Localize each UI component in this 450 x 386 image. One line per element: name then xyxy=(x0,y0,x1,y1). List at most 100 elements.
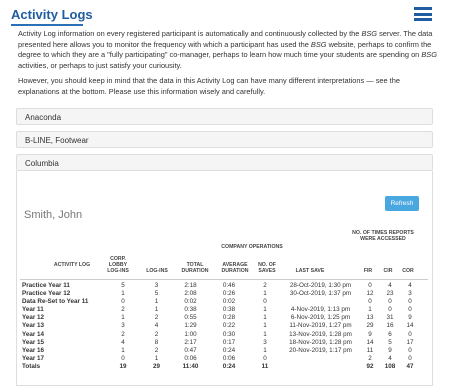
cell-last: 28-Oct-2019, 1:30 pm xyxy=(289,282,352,289)
accordion-item-anaconda[interactable]: Anaconda xyxy=(16,108,433,125)
activity-log-table: Practice Year 11 5 3 2:18 0:46 2 28-Oct-2019, … xyxy=(22,282,420,371)
cell-cir: 31 xyxy=(386,314,394,322)
cell-fir: 1 xyxy=(368,306,372,314)
cell-log: Practice Year 11 xyxy=(22,282,70,289)
cell-lobby: 0 xyxy=(121,354,125,362)
cell-log: Practice Year 12 xyxy=(22,290,71,298)
cell-log: Year 11 xyxy=(22,306,44,314)
cell-lobby: 4 xyxy=(121,338,125,346)
cell-fir: 0 xyxy=(368,298,372,306)
cell-saves: 0 xyxy=(263,354,267,362)
table-row: Year 11 2 1 0:38 0:38 1 4-Nov-2019, 1:13 pm 1 0 0 xyxy=(22,306,420,314)
cell-fir: 0 xyxy=(368,282,372,289)
cell-avg: 0:24 xyxy=(222,362,236,370)
cell-last: 20-Nov-2019, 1:17 pm xyxy=(289,346,352,354)
cell-lobby: 0 xyxy=(121,298,125,306)
cell-cir: 4 xyxy=(388,282,392,289)
cell-cor: 9 xyxy=(408,314,412,322)
table-row: Data Re-Set to Year 11 0 1 0:02 0:02 0 0 0 0 xyxy=(22,298,420,306)
cell-saves: 2 xyxy=(263,282,267,289)
accordion-item-b-line-footwear[interactable]: B-LINE, Footwear xyxy=(16,131,433,148)
cell-last: 4-Nov-2019, 1:13 pm xyxy=(290,306,351,314)
cell-avg: 0:46 xyxy=(222,282,236,289)
cell-cor: 14 xyxy=(406,322,414,330)
cell-saves: 1 xyxy=(263,330,267,338)
accordion-item-columbia[interactable]: Columbia xyxy=(16,154,433,171)
cell-cir: 9 xyxy=(388,346,392,354)
cell-avg: 0:24 xyxy=(222,346,236,354)
cell-total: 11:40 xyxy=(182,362,199,370)
cell-fir: 11 xyxy=(366,346,374,354)
cell-total: 0:55 xyxy=(184,314,197,322)
cell-logins: 4 xyxy=(154,322,159,330)
cell-cor: 3 xyxy=(408,290,412,298)
cell-logins: 2 xyxy=(154,346,159,354)
col-header-saves: NO. OF SAVES xyxy=(258,262,276,275)
cell-last: 13-Nov-2019, 1:28 pm xyxy=(289,330,352,338)
cell-total: 1:29 xyxy=(184,322,197,330)
cell-fir: 14 xyxy=(366,338,374,346)
cell-total: 0:47 xyxy=(184,346,197,354)
col-header-cor: COR xyxy=(402,268,414,274)
cell-total: 2:18 xyxy=(184,282,197,289)
cell-cor: 17 xyxy=(406,338,414,346)
cell-log: Year 12 xyxy=(22,314,45,322)
refresh-button[interactable]: Refresh xyxy=(385,196,419,211)
cell-logins: 29 xyxy=(152,362,160,370)
cell-cor: 0 xyxy=(408,354,412,362)
cell-avg: 0:17 xyxy=(222,338,236,346)
page-title: Activity Logs xyxy=(11,7,93,22)
cell-saves: 1 xyxy=(263,346,267,354)
participant-name: Smith, John xyxy=(24,209,83,221)
cell-cir: 5 xyxy=(388,338,392,346)
table-row: Year 16 1 2 0:47 0:24 1 20-Nov-2019, 1:17 pm 11… xyxy=(22,347,420,355)
cell-avg: 0:26 xyxy=(222,290,236,298)
cell-avg: 0:28 xyxy=(222,314,236,322)
cell-last xyxy=(281,355,360,363)
title-underline xyxy=(11,24,83,26)
cell-last xyxy=(281,298,360,306)
cell-fir: 2 xyxy=(368,354,372,362)
table-row: Year 14 2 2 1:00 0:30 1 13-Nov-2019, 1:28 pm 9 6… xyxy=(22,331,420,339)
cell-cir: 0 xyxy=(388,298,392,306)
cell-fir: 12 xyxy=(366,290,374,298)
cell-saves: 3 xyxy=(263,338,267,346)
hamburger-menu-icon[interactable] xyxy=(414,7,432,21)
cell-lobby: 5 xyxy=(121,282,125,289)
cell-avg: 0:22 xyxy=(222,322,236,330)
col-header-activity-log: ACTIVITY LOG xyxy=(53,262,91,268)
cell-lobby: 1 xyxy=(121,290,125,298)
totals-row: Totals 19 29 11:40 0:24 11 92 108 47 xyxy=(22,363,420,371)
cell-fir: 29 xyxy=(366,322,374,330)
cell-fir: 13 xyxy=(366,314,374,322)
cell-log: Year 16 xyxy=(22,346,45,354)
cell-lobby: 2 xyxy=(121,330,125,338)
cell-logins: 8 xyxy=(154,338,159,346)
col-header-average-duration: AVERAGE DURATION xyxy=(221,262,249,275)
cell-logins: 1 xyxy=(154,298,159,306)
cell-avg: 0:02 xyxy=(222,298,236,306)
intro-paragraph-2: However, you should keep in mind that th… xyxy=(18,76,400,96)
col-header-corp-lobby: CORP. LOBBY LOG-INS xyxy=(107,256,129,275)
cell-logins: 1 xyxy=(154,354,159,362)
cell-cir: 108 xyxy=(384,362,396,370)
table-row: Year 15 4 8 2:17 0:17 3 18-Nov-2019, 1:28 pm 14… xyxy=(22,339,420,347)
company-operations-header: COMPANY OPERATIONS xyxy=(221,244,283,250)
cell-saves: 1 xyxy=(263,306,267,314)
cell-cir: 0 xyxy=(388,306,392,314)
cell-fir: 9 xyxy=(368,330,372,338)
cell-logins: 1 xyxy=(154,306,159,314)
intro-paragraph-1: Activity Log information on every regist… xyxy=(18,29,437,70)
cell-cir: 23 xyxy=(386,290,394,298)
cell-total: 1:00 xyxy=(184,330,197,338)
col-header-total-duration: TOTAL DURATION xyxy=(181,262,209,275)
cell-total: 2:08 xyxy=(184,290,197,298)
header-divider xyxy=(20,279,428,280)
cell-log: Year 13 xyxy=(22,322,45,330)
table-row: Year 13 3 4 1:29 0:22 1 11-Nov-2019, 1:27 pm 29… xyxy=(22,322,420,330)
times-accessed-header: NO. OF TIMES REPORTS WERE ACCESSED xyxy=(352,230,414,243)
cell-saves: 1 xyxy=(263,322,267,330)
cell-cor: 0 xyxy=(408,330,412,338)
cell-last xyxy=(281,363,360,371)
cell-cir: 4 xyxy=(388,354,392,362)
